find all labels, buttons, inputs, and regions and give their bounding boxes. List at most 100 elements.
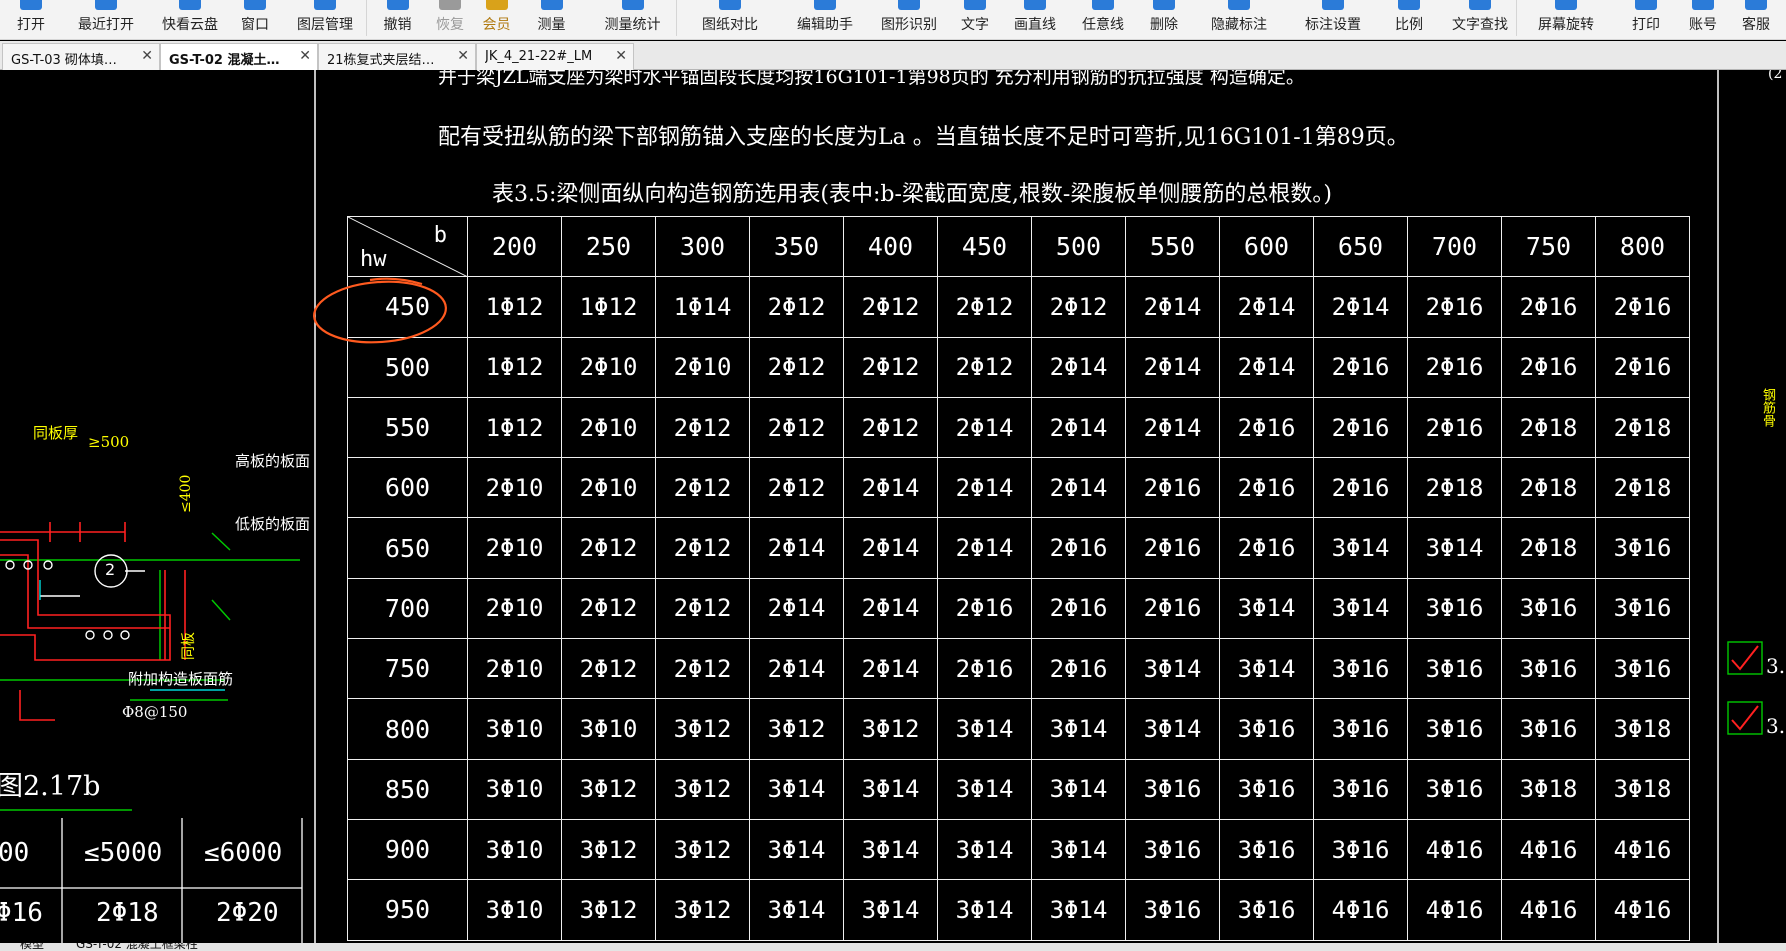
close-icon[interactable]: ✕ [457,48,469,64]
toolbar-button-23[interactable]: 账号 [1680,0,1726,39]
table-cell: 1Φ12 [467,396,562,459]
table-row: 950 3Φ10 3Φ12 3Φ12 3Φ14 3Φ14 3Φ14 3Φ14 3Φ16 3Φ16 4… [347,879,1690,941]
table-cell: 2Φ12 [749,457,844,519]
table-cell: 3Φ14 [1125,698,1220,760]
toolbar-button-3[interactable]: 窗口 [230,0,280,39]
toolbar-button-6[interactable]: 恢复 [425,0,475,39]
close-icon[interactable]: ✕ [299,48,311,64]
table-cell: 4Φ16 [1407,879,1502,941]
table-cell: 3Φ16 [1595,638,1690,700]
eye-icon [1228,0,1250,10]
toolbar-button-18[interactable]: 标注设置 [1288,0,1378,39]
toolbar-button-21[interactable]: 屏幕旋转 [1520,0,1612,39]
toolbar-button-9[interactable]: 测量统计 [585,0,680,39]
table-cell: 2Φ16 [1313,396,1408,459]
tab-model[interactable]: 模型 [20,943,44,951]
toolbar-button-5[interactable]: 撤销 [370,0,425,39]
toolbar-button-14[interactable]: 画直线 [1002,0,1068,39]
toolbar-button-12[interactable]: 图形识别 [870,0,948,39]
toolbar-button-24[interactable]: 客服 [1726,0,1786,39]
column-header-b: 400 [843,215,938,278]
table-cell: 2Φ16 [1031,638,1126,700]
row-header-hw: 850 [347,758,468,820]
toolbar-button-label: 图层管理 [297,17,353,33]
headset-icon [1745,0,1767,10]
table-cell: 2Φ16 [937,577,1032,640]
toolbar-button-label: 最近打开 [78,17,134,33]
toolbar-button-label: 删除 [1150,17,1178,33]
table-cell: 2Φ14 [1219,336,1314,398]
close-icon[interactable]: ✕ [141,48,153,64]
table-cell: 1Φ12 [467,276,562,338]
column-header-b: 800 [1595,215,1690,278]
table-cell: 4Φ16 [1501,818,1596,881]
table-row: 750 2Φ10 2Φ12 2Φ12 2Φ14 2Φ14 2Φ16 2Φ16 3Φ14 3Φ14 3… [347,638,1690,700]
right-small-label: (2 [1768,70,1783,82]
printer-icon [1635,0,1657,10]
toolbar-button-19[interactable]: 比例 [1378,0,1440,39]
table-cell: 2Φ12 [843,396,938,459]
tab-21-building[interactable]: 21栋复式夹层结… ✕ [318,43,476,70]
toolbar-button-15[interactable]: 任意线 [1068,0,1138,39]
table-cell: 3Φ10 [467,758,562,820]
toolbar-button-17[interactable]: 隐藏标注 [1190,0,1288,39]
table-cell: 2Φ12 [655,396,750,459]
table-cell: 2Φ10 [467,517,562,579]
toolbar-button-20[interactable]: 文字查找 [1440,0,1520,39]
toolbar-button-label: 会员 [482,17,511,33]
ruler-icon [540,0,563,10]
toolbar-button-22[interactable]: 打印 [1612,0,1680,39]
table-cell: 2Φ14 [1125,396,1220,459]
toolbar-button-1[interactable]: 最近打开 [62,0,150,39]
table-cell: 3Φ12 [655,879,750,941]
toolbar-button-label: 图形识别 [881,17,937,33]
delete-icon [1153,0,1175,10]
toolbar-button-10[interactable]: 图纸对比 [680,0,780,39]
table-cell: 3Φ14 [1313,517,1408,579]
table-cell: 2Φ14 [843,638,938,700]
clock-icon [95,0,117,10]
toolbar-separator [676,0,677,36]
table-cell: 3Φ14 [843,758,938,820]
table-cell: 3Φ16 [1407,638,1502,700]
toolbar-button-16[interactable]: 删除 [1138,0,1190,39]
toolbar-button-2[interactable]: 快看云盘 [150,0,230,39]
toolbar-button-4[interactable]: 图层管理 [280,0,370,39]
tab-gs-t-02[interactable]: GS-T-02 混凝土… ✕ [160,43,318,70]
drawing-canvas[interactable]: 并于梁JZL端支座为梁时水平锚固段长度均按16G101-1第98页的 充分利用钢… [0,70,1786,943]
toolbar-button-label: 账号 [1689,17,1717,33]
toolbar-button-11[interactable]: 编辑助手 [780,0,870,39]
right-label-1: 3. [1766,654,1786,678]
table-cell: 1Φ14 [655,276,750,338]
table-cell: 3Φ14 [937,879,1032,941]
search-icon [1469,0,1491,10]
toolbar-button-0[interactable]: 打开 [0,0,62,39]
table-row: 550 1Φ12 2Φ10 2Φ12 2Φ12 2Φ12 2Φ14 2Φ14 2Φ14 2Φ16 2… [347,396,1690,459]
table-cell: 2Φ12 [937,276,1032,338]
tab-label: JK_4_21-22#_LM [485,49,593,64]
table-row: 850 3Φ10 3Φ12 3Φ12 3Φ14 3Φ14 3Φ14 3Φ14 3Φ16 3Φ16 3… [347,758,1690,820]
tab-jk-4[interactable]: JK_4_21-22#_LM ✕ [476,43,634,70]
table-cell: 2Φ12 [561,577,656,640]
toolbar-button-label: 屏幕旋转 [1538,17,1594,33]
toolbar-button-7[interactable]: 会员 [475,0,518,39]
table-cell: 3Φ12 [561,879,656,941]
table-cell: 3Φ16 [1595,517,1690,579]
tab-layout[interactable]: GS-T-02 混凝土框梁柱 [76,943,198,951]
close-icon[interactable]: ✕ [615,48,627,64]
row-header-hw: 950 [347,879,468,941]
toolbar-button-8[interactable]: 测量 [518,0,585,39]
table-cell: 3Φ10 [467,818,562,881]
right-label-2: 3. [1766,714,1786,738]
table-cell: 2Φ16 [937,638,1032,700]
table-cell: 2Φ14 [1125,336,1220,398]
column-header-b: 750 [1501,215,1596,278]
table-cell: 3Φ12 [655,758,750,820]
table-cell: 3Φ18 [1595,698,1690,760]
tab-gs-t-03[interactable]: GS-T-03 砌体填… ✕ [2,43,160,70]
table-cell: 2Φ18 [1501,457,1596,519]
toolbar-button-13[interactable]: 文字 [948,0,1002,39]
table-cell: 3Φ14 [749,818,844,881]
table-cell: 2Φ10 [467,638,562,700]
table-cell: 3Φ18 [1501,758,1596,820]
